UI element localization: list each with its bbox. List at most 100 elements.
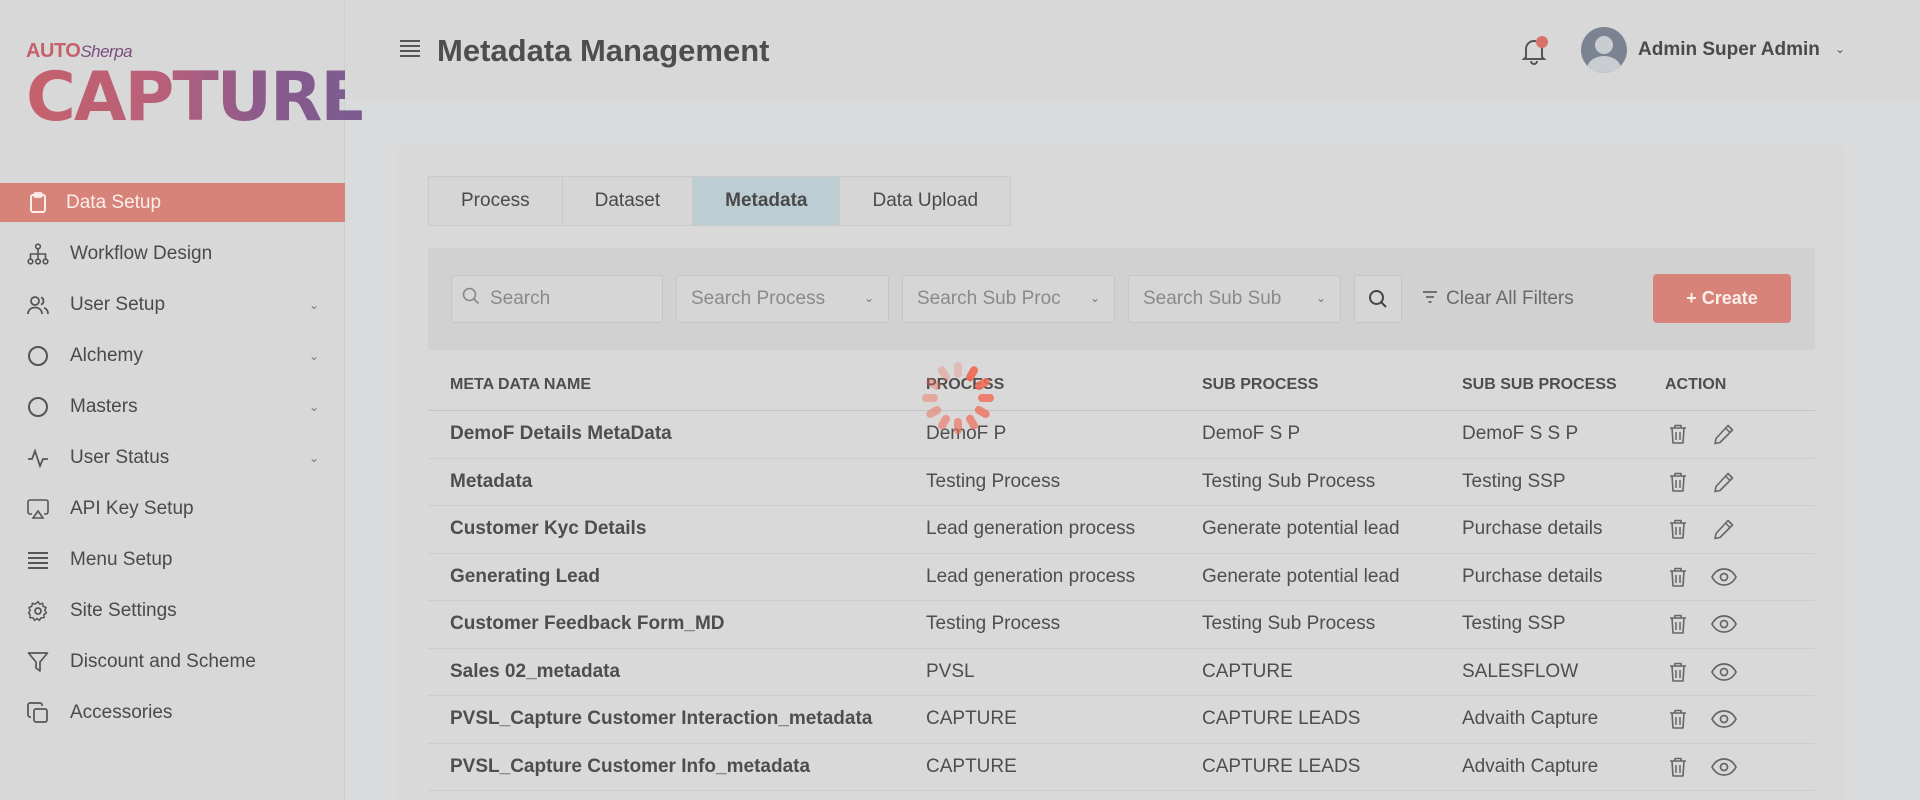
- sub-sub-process-select-placeholder: Search Sub Sub: [1143, 288, 1282, 309]
- sidebar-item-label: User Setup: [70, 293, 166, 315]
- view-eye-icon[interactable]: [1711, 611, 1737, 637]
- spinner-petal: [966, 366, 978, 382]
- sidebar-item-label: Workflow Design: [70, 242, 213, 264]
- sub-process-cell: CAPTURE LEADS: [1202, 755, 1361, 777]
- metadata-name-cell: DemoF Details MetaData: [450, 423, 672, 445]
- chevron-down-icon: ⌄: [1089, 291, 1100, 305]
- trash-icon[interactable]: [1665, 611, 1691, 637]
- sidebar-item-label: Site Settings: [70, 599, 177, 621]
- sidebar-item-label: Data Setup: [66, 191, 162, 213]
- chevron-down-icon: ⌄: [308, 348, 319, 363]
- hamburger-menu-icon[interactable]: [400, 40, 420, 57]
- sidebar-item-data-setup[interactable]: Data Setup: [0, 183, 345, 222]
- edit-pencil-icon[interactable]: [1711, 469, 1737, 495]
- capture-logo[interactable]: AUTOSherpa CAPTURE: [26, 36, 367, 137]
- trash-icon[interactable]: [1665, 469, 1691, 495]
- sidebar-item-label: User Status: [70, 446, 170, 468]
- sub-process-cell: DemoF S P: [1202, 423, 1301, 445]
- tab-metadata[interactable]: Metadata: [693, 177, 841, 225]
- tab-data-upload[interactable]: Data Upload: [840, 177, 1011, 225]
- sub-process-cell: CAPTURE: [1202, 660, 1293, 682]
- process-cell: Lead generation process: [926, 518, 1136, 540]
- process-cell: PVSL: [926, 660, 975, 682]
- process-cell: CAPTURE: [926, 755, 1017, 777]
- sidebar-item-accessories[interactable]: Accessories: [0, 687, 345, 738]
- clear-all-filters-button[interactable]: Clear All Filters: [1422, 288, 1574, 310]
- metadata-table: META DATA NAME PROCESS SUB PROCESS SUB SUB …: [428, 360, 1815, 791]
- column-header: SUB PROCESS: [1202, 376, 1319, 393]
- sidebar-nav: Data Setup Workflow Design User Setup ⌄ Alch…: [0, 183, 345, 738]
- sidebar-item-label: Masters: [70, 395, 138, 417]
- tab-dataset[interactable]: Dataset: [562, 177, 694, 225]
- avatar[interactable]: [1581, 27, 1627, 73]
- spinner-petal: [978, 394, 994, 402]
- process-select[interactable]: Search Process ⌄: [676, 275, 889, 323]
- spinner-petal: [926, 406, 942, 418]
- table-row: Metadata Testing Process Testing Sub Proce…: [428, 459, 1815, 506]
- action-cell: [1665, 754, 1815, 780]
- trash-icon[interactable]: [1665, 564, 1691, 590]
- trash-icon[interactable]: [1665, 516, 1691, 542]
- view-eye-icon[interactable]: [1711, 706, 1737, 732]
- action-cell: [1665, 469, 1815, 495]
- sidebar-item-user-status[interactable]: User Status ⌄: [0, 432, 345, 483]
- table-row: Sales 02_metadata PVSL CAPTURE SALESFLOW: [428, 649, 1815, 696]
- logo-capture-text: CAPTURE: [26, 58, 367, 137]
- sidebar-item-alchemy[interactable]: Alchemy ⌄: [0, 330, 345, 381]
- spinner-petal: [938, 366, 950, 382]
- circle-icon: [26, 344, 50, 368]
- spinner-petal: [974, 378, 990, 390]
- tab-process[interactable]: Process: [429, 177, 563, 225]
- notification-bell-icon[interactable]: [1520, 36, 1548, 66]
- sidebar: AUTOSherpa CAPTURE Data Setup Workflow De…: [0, 0, 367, 800]
- trash-icon[interactable]: [1665, 706, 1691, 732]
- sub-sub-process-cell: Testing SSP: [1462, 470, 1566, 492]
- spinner-petal: [926, 378, 942, 391]
- view-eye-icon[interactable]: [1711, 564, 1737, 590]
- trash-icon[interactable]: [1665, 754, 1691, 780]
- view-eye-icon[interactable]: [1711, 754, 1737, 780]
- spinner-petal: [938, 414, 950, 430]
- chevron-down-icon[interactable]: ⌄: [1835, 42, 1845, 56]
- copy-icon: [26, 701, 50, 725]
- sub-sub-process-cell: Testing SSP: [1462, 613, 1566, 635]
- action-cell: [1665, 659, 1815, 685]
- search-input[interactable]: Search: [451, 275, 663, 323]
- view-eye-icon[interactable]: [1711, 659, 1737, 685]
- spinner-petal: [954, 418, 962, 434]
- table-row: Customer Kyc Details Lead generation proc…: [428, 506, 1815, 554]
- sidebar-item-api-key-setup[interactable]: API Key Setup: [0, 483, 345, 534]
- sidebar-item-masters[interactable]: Masters ⌄: [0, 381, 345, 432]
- sub-sub-process-select[interactable]: Search Sub Sub ⌄: [1128, 275, 1341, 323]
- filter-icon: [26, 650, 50, 674]
- spinner-petal: [974, 406, 990, 418]
- search-button[interactable]: [1354, 275, 1402, 323]
- create-button[interactable]: + Create: [1653, 274, 1791, 323]
- circle-icon: [26, 395, 50, 419]
- edit-pencil-icon[interactable]: [1711, 516, 1737, 542]
- page-title: Metadata Management: [437, 33, 770, 68]
- action-cell: [1665, 421, 1815, 447]
- trash-icon[interactable]: [1665, 421, 1691, 447]
- process-cell: Testing Process: [926, 613, 1061, 635]
- column-header: META DATA NAME: [450, 376, 592, 393]
- process-select-placeholder: Search Process: [691, 288, 826, 309]
- sidebar-item-menu-setup[interactable]: Menu Setup: [0, 534, 345, 585]
- metadata-name-cell: Metadata: [450, 470, 533, 492]
- sidebar-item-user-setup[interactable]: User Setup ⌄: [0, 279, 345, 330]
- trash-icon[interactable]: [1665, 659, 1691, 685]
- edit-pencil-icon[interactable]: [1711, 421, 1737, 447]
- sidebar-item-discount-and-scheme[interactable]: Discount and Scheme: [0, 636, 345, 687]
- metadata-name-cell: PVSL_Capture Customer Info_metadata: [450, 755, 811, 777]
- sidebar-item-label: Discount and Scheme: [70, 650, 256, 672]
- loading-spinner-icon: [918, 358, 998, 438]
- sub-process-select[interactable]: Search Sub Proc ⌄: [902, 275, 1115, 323]
- table-header: META DATA NAME PROCESS SUB PROCESS SUB SUB …: [428, 360, 1815, 411]
- metadata-name-cell: Customer Feedback Form_MD: [450, 613, 725, 635]
- clipboard-icon: [26, 191, 50, 215]
- sidebar-item-site-settings[interactable]: Site Settings: [0, 585, 345, 636]
- sidebar-item-workflow-design[interactable]: Workflow Design: [0, 228, 345, 279]
- sub-sub-process-cell: Advaith Capture: [1462, 755, 1599, 777]
- table-row: PVSL_Capture Customer Info_metadata CAPTU…: [428, 744, 1815, 791]
- username[interactable]: Admin Super Admin: [1638, 39, 1820, 61]
